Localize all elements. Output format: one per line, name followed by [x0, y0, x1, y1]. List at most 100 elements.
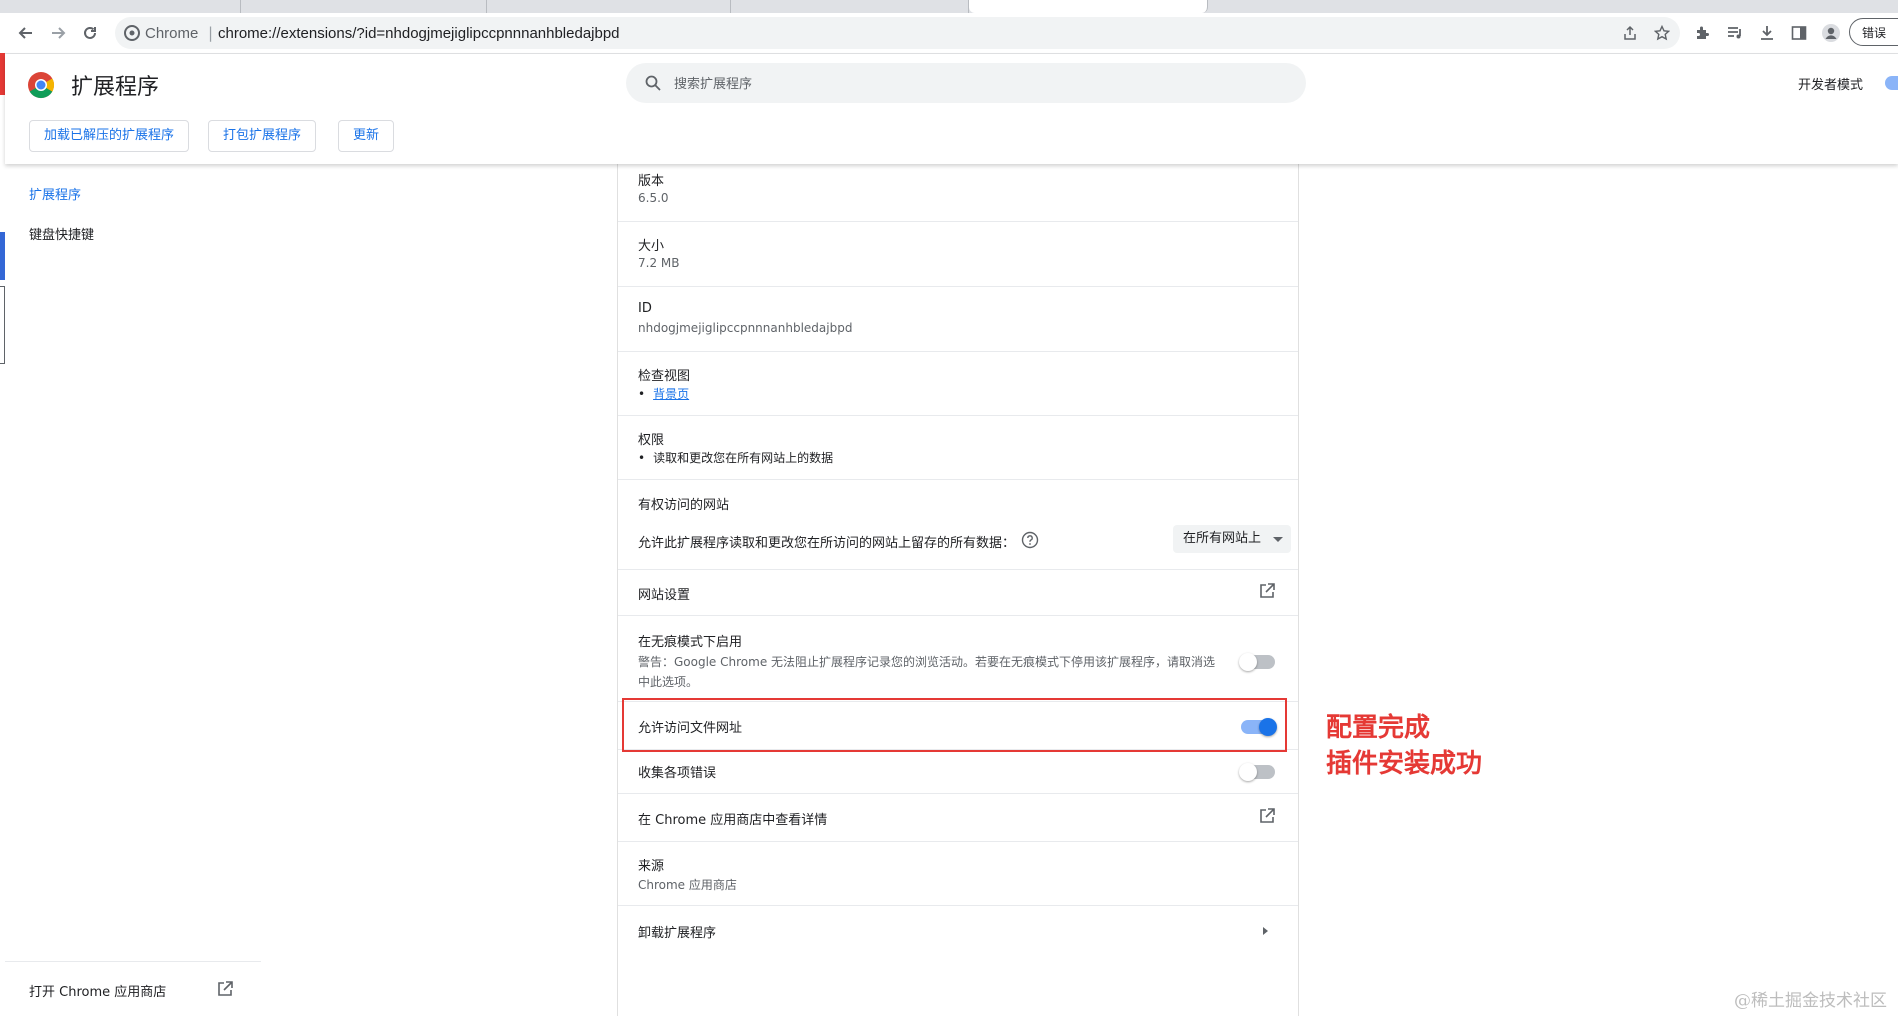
inspect-views-label: 检查视图: [638, 369, 691, 384]
section-divider: [618, 286, 1298, 287]
inspect-view-item: 背景页: [638, 385, 689, 402]
sidebar-divider: [5, 961, 261, 962]
annotation-line-1: 配置完成: [1326, 713, 1431, 743]
dev-mode-label: 开发者模式: [1798, 78, 1864, 93]
open-in-new-icon[interactable]: [1258, 807, 1276, 825]
section-divider: [618, 793, 1298, 794]
profile-button[interactable]: [1819, 21, 1843, 45]
reload-icon: [84, 26, 96, 39]
browser-tab[interactable]: [731, 0, 969, 13]
section-divider: [618, 479, 1298, 480]
puzzle-icon: [1697, 26, 1709, 39]
browser-tab[interactable]: [241, 0, 487, 13]
chrome-site-icon: [124, 25, 140, 41]
bookmark-button[interactable]: [1652, 23, 1672, 43]
background-page-link[interactable]: 背景页: [653, 387, 689, 401]
back-button[interactable]: [14, 21, 38, 45]
file-urls-toggle[interactable]: [1241, 718, 1277, 736]
error-button[interactable]: 错误: [1849, 18, 1898, 46]
section-divider: [618, 569, 1298, 570]
site-access-description: 允许此扩展程序读取和更改您在所访问的网站上留存的所有数据：: [638, 536, 1016, 551]
permission-item: 读取和更改您在所有网站上的数据: [638, 449, 833, 466]
page-title: 扩展程序: [71, 75, 160, 100]
arrow-left-icon: [18, 27, 32, 39]
site-access-label: 有权访问的网站: [638, 498, 730, 513]
version-label: 版本: [638, 174, 665, 189]
site-settings-label[interactable]: 网站设置: [638, 584, 690, 603]
load-unpacked-button[interactable]: 加载已解压的扩展程序: [29, 120, 190, 152]
incognito-toggle[interactable]: [1239, 653, 1275, 671]
address-bar[interactable]: Chrome | chrome://extensions/?id=nhdogjm…: [115, 17, 1680, 49]
reading-list-button[interactable]: [1723, 21, 1747, 45]
toggle-knob: [1259, 718, 1277, 736]
share-icon: [1624, 25, 1636, 40]
queue-music-icon: [1728, 27, 1741, 39]
annotation-text: 配置完成 插件安装成功: [1326, 710, 1482, 782]
permission-text: 读取和更改您在所有网站上的数据: [653, 451, 834, 465]
browser-tab[interactable]: [0, 0, 241, 13]
toggle-knob: [1239, 763, 1257, 781]
permissions-label: 权限: [638, 433, 665, 448]
section-divider: [618, 415, 1298, 416]
id-value: nhdogjmejiglipccpnnnanhbledajbpd: [638, 321, 853, 335]
browser-tab[interactable]: [487, 0, 731, 13]
url-text[interactable]: chrome://extensions/?id=nhdogjmejiglipcc…: [218, 25, 620, 42]
side-panel-button[interactable]: [1787, 21, 1811, 45]
search-box[interactable]: [626, 63, 1306, 105]
edge-decoration: [0, 232, 5, 280]
section-divider: [618, 841, 1298, 842]
sidebar-item-extensions[interactable]: 扩展程序: [29, 184, 81, 203]
id-label: ID: [638, 301, 652, 316]
open-in-new-icon[interactable]: [1258, 582, 1276, 600]
site-access-selected: 在所有网站上: [1183, 531, 1262, 546]
extensions-button[interactable]: [1691, 21, 1715, 45]
origin-label: Chrome: [145, 25, 199, 42]
avatar-icon: [1822, 24, 1840, 42]
open-in-new-icon[interactable]: [216, 980, 234, 998]
size-label: 大小: [638, 239, 665, 254]
search-icon: [645, 75, 661, 91]
section-divider: [618, 615, 1298, 616]
arrow-right-icon: [52, 27, 66, 39]
download-icon: [1761, 26, 1773, 40]
help-icon[interactable]: [1021, 531, 1039, 549]
section-divider: [618, 221, 1298, 222]
section-divider: [618, 749, 1298, 750]
extensions-header: 扩展程序 开发者模式 加载已解压的扩展程序 打包扩展程序 更新: [5, 54, 1898, 164]
side-panel-icon: [1791, 26, 1807, 40]
file-urls-label: 允许访问文件网址: [638, 721, 743, 736]
sidebar-item-shortcuts[interactable]: 键盘快捷键: [29, 224, 94, 243]
webstore-details-label[interactable]: 在 Chrome 应用商店中查看详情: [638, 809, 827, 828]
pack-extension-button[interactable]: 打包扩展程序: [208, 120, 317, 152]
search-input[interactable]: [672, 63, 1276, 105]
share-button[interactable]: [1620, 23, 1640, 43]
remove-extension-label[interactable]: 卸载扩展程序: [638, 922, 716, 941]
collect-errors-label: 收集各项错误: [638, 766, 717, 781]
annotation-line-2: 插件安装成功: [1326, 749, 1483, 779]
watermark: @稀土掘金技术社区: [1734, 991, 1887, 1011]
source-label: 来源: [638, 859, 665, 874]
site-access-select[interactable]: 在所有网站上: [1173, 525, 1291, 553]
downloads-button[interactable]: [1755, 21, 1779, 45]
browser-tab-active[interactable]: [969, 0, 1208, 13]
version-value: 6.5.0: [638, 191, 669, 205]
section-divider: [618, 905, 1298, 906]
chrome-logo-icon: [28, 72, 55, 99]
incognito-warning: 警告：Google Chrome 无法阻止扩展程序记录您的浏览活动。若要在无痕模…: [638, 655, 1216, 689]
edge-decoration: [0, 286, 5, 364]
section-divider: [618, 701, 1298, 702]
reload-button[interactable]: [78, 21, 102, 45]
dev-mode-toggle[interactable]: [1885, 76, 1898, 90]
update-button[interactable]: 更新: [338, 120, 395, 152]
source-value: Chrome 应用商店: [638, 878, 737, 892]
open-webstore-link[interactable]: 打开 Chrome 应用商店: [29, 981, 166, 1000]
origin-separator: |: [208, 24, 214, 42]
extension-details-card: 版本 6.5.0 大小 7.2 MB ID nhdogjmejiglipccpn…: [617, 164, 1299, 1016]
collect-errors-toggle[interactable]: [1239, 763, 1275, 781]
section-divider: [618, 351, 1298, 352]
tab-strip: [0, 0, 1898, 13]
forward-button[interactable]: [46, 21, 70, 45]
star-icon: [1654, 25, 1670, 41]
toggle-knob: [1239, 653, 1257, 671]
chevron-right-icon[interactable]: [1263, 927, 1268, 935]
